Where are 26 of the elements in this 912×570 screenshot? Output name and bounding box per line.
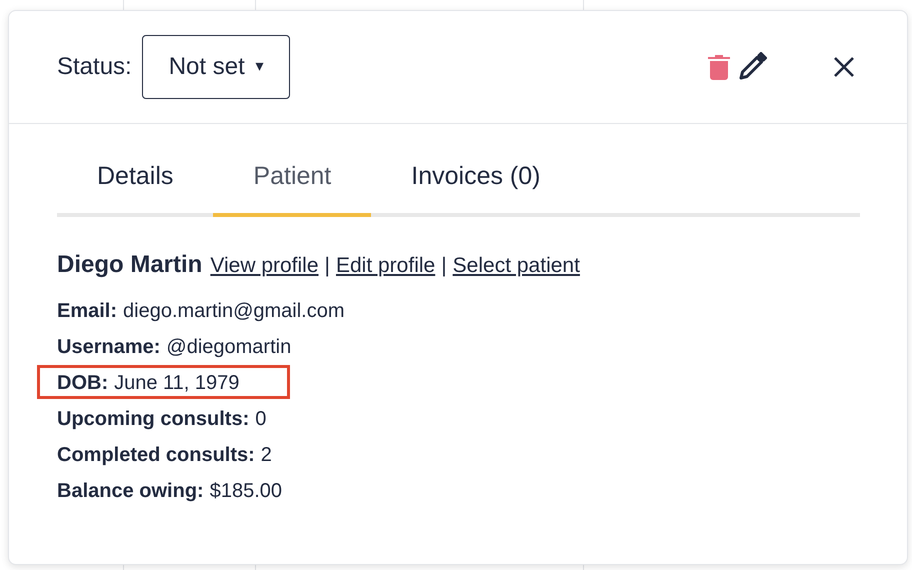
field-value: $185.00 [210, 480, 282, 502]
field-label: Email: [57, 300, 118, 322]
tab[interactable]: Details [57, 150, 214, 217]
field-label: Completed consults: [57, 444, 255, 466]
field-label: DOB: [57, 372, 108, 394]
profile-link[interactable]: View profile [210, 254, 319, 278]
link-separator: | [441, 254, 447, 278]
field-label: Balance owing: [57, 480, 204, 502]
status-dropdown[interactable]: Not set $^{▾}$ [142, 35, 290, 99]
profile-link[interactable]: Select patient [452, 254, 580, 278]
profile-link[interactable]: Edit profile [336, 254, 436, 278]
field-label: Username: [57, 336, 160, 358]
field-value: @diegomartin [166, 336, 292, 358]
field-value: 0 [255, 408, 266, 430]
pencil-icon[interactable] [737, 52, 767, 82]
patient-name: Diego Martin [57, 251, 202, 279]
tab[interactable]: Invoices (0) [371, 150, 580, 217]
status-label: Status: [57, 53, 132, 81]
tab[interactable]: Patient [213, 150, 372, 217]
field-value: 2 [260, 444, 272, 466]
link-separator: | [324, 254, 330, 278]
close-icon[interactable] [833, 56, 855, 78]
field-value: diego.martin@gmail.com [123, 300, 345, 322]
field-label: Upcoming consults: [57, 408, 250, 430]
field-value: June 11, 1979 [114, 372, 240, 394]
trash-icon[interactable] [707, 53, 731, 81]
